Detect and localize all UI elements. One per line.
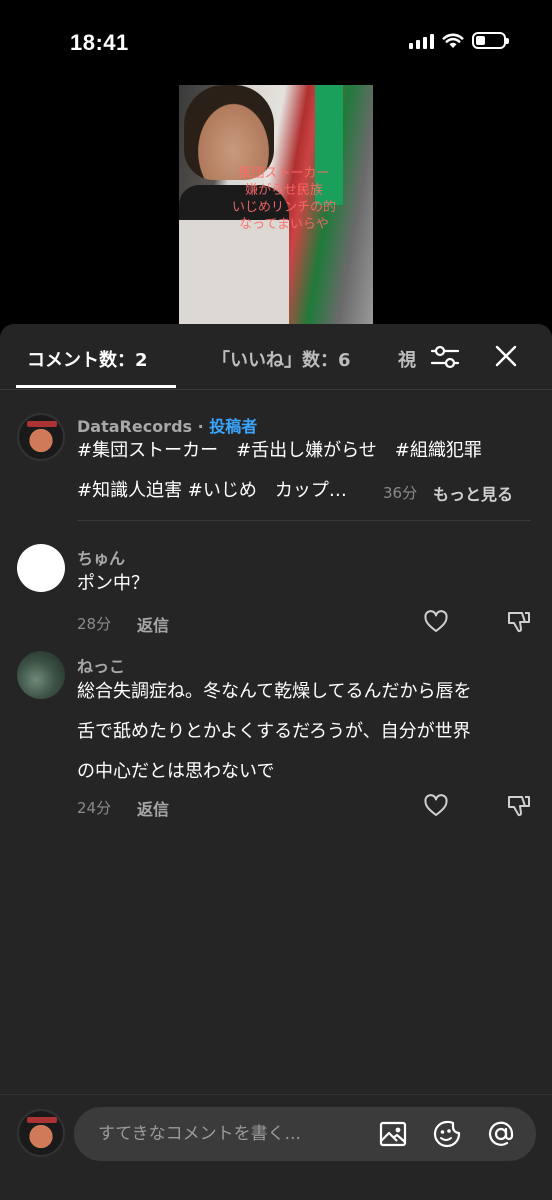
comments-sheet: コメント数：2 「いいね」数：6 視 DataRecords · 投稿者 #集団… bbox=[0, 324, 552, 1200]
comment-input-bar bbox=[0, 1094, 552, 1200]
image-icon[interactable] bbox=[378, 1119, 408, 1149]
tab-likes[interactable]: 「いいね」数：6 bbox=[212, 346, 351, 372]
post-caption-line-1: #集団ストーカー #舌出し嫌がらせ #組織犯罪 bbox=[77, 440, 482, 461]
tab-views[interactable]: 視 bbox=[398, 346, 418, 372]
reply-button[interactable]: 返信 bbox=[137, 612, 169, 636]
video-overlay-line: なってまいらや bbox=[239, 217, 329, 232]
video-overlay-text: 集団ストーカー 嫌がらせ民族 いじめリンチの的 なってまいらや bbox=[199, 165, 369, 233]
status-time: 18:41 bbox=[70, 30, 129, 55]
commenter-avatar[interactable] bbox=[17, 544, 65, 592]
comment-time: 24分 bbox=[77, 799, 112, 817]
comment-input[interactable] bbox=[98, 1107, 358, 1161]
comment-text: ポン中？ bbox=[77, 573, 149, 594]
at-icon[interactable] bbox=[486, 1119, 516, 1149]
post-time: 36分 bbox=[383, 484, 418, 502]
post-caption-line-2: #知識人迫害 #いじめ カップ… bbox=[77, 480, 347, 501]
reply-button[interactable]: 返信 bbox=[137, 796, 169, 820]
commenter-avatar[interactable] bbox=[17, 651, 65, 699]
thumbs-down-icon[interactable] bbox=[506, 609, 532, 635]
author-avatar[interactable] bbox=[17, 413, 65, 461]
thumbs-down-icon[interactable] bbox=[506, 793, 532, 819]
see-more-button[interactable]: もっと見る bbox=[433, 481, 513, 505]
cellular-signal-icon bbox=[409, 33, 434, 49]
comment-text-line: 舌で舐めたりとかよくするだろうが、自分が世界 bbox=[77, 721, 471, 742]
tab-bar: コメント数：2 「いいね」数：6 視 bbox=[0, 324, 552, 390]
wifi-icon bbox=[442, 33, 464, 48]
comment-input-container[interactable] bbox=[74, 1107, 536, 1161]
video-overlay-line: いじめリンチの的 bbox=[231, 200, 336, 215]
my-avatar bbox=[17, 1109, 65, 1157]
video-overlay-line: 嫌がらせ民族 bbox=[245, 183, 323, 198]
comment-time: 28分 bbox=[77, 615, 112, 633]
divider bbox=[77, 520, 531, 521]
battery-icon bbox=[472, 32, 509, 49]
heart-icon[interactable] bbox=[423, 609, 449, 635]
status-icons bbox=[409, 32, 509, 49]
status-bar: 18:41 bbox=[0, 0, 552, 80]
tab-comments[interactable]: コメント数：2 bbox=[27, 346, 148, 372]
comment-text-line: の中心だとは思わないで bbox=[77, 761, 275, 782]
video-preview[interactable]: 集団ストーカー 嫌がらせ民族 いじめリンチの的 なってまいらや bbox=[179, 85, 373, 325]
sticker-icon[interactable] bbox=[432, 1119, 462, 1149]
close-icon[interactable] bbox=[490, 340, 522, 372]
tab-active-indicator bbox=[16, 385, 176, 388]
sliders-icon[interactable] bbox=[428, 342, 462, 372]
comment-text-line: 総合失調症ね。冬なんて乾燥してるんだから唇を bbox=[77, 681, 472, 702]
video-overlay-line: 集団ストーカー bbox=[238, 166, 330, 181]
heart-icon[interactable] bbox=[423, 793, 449, 819]
